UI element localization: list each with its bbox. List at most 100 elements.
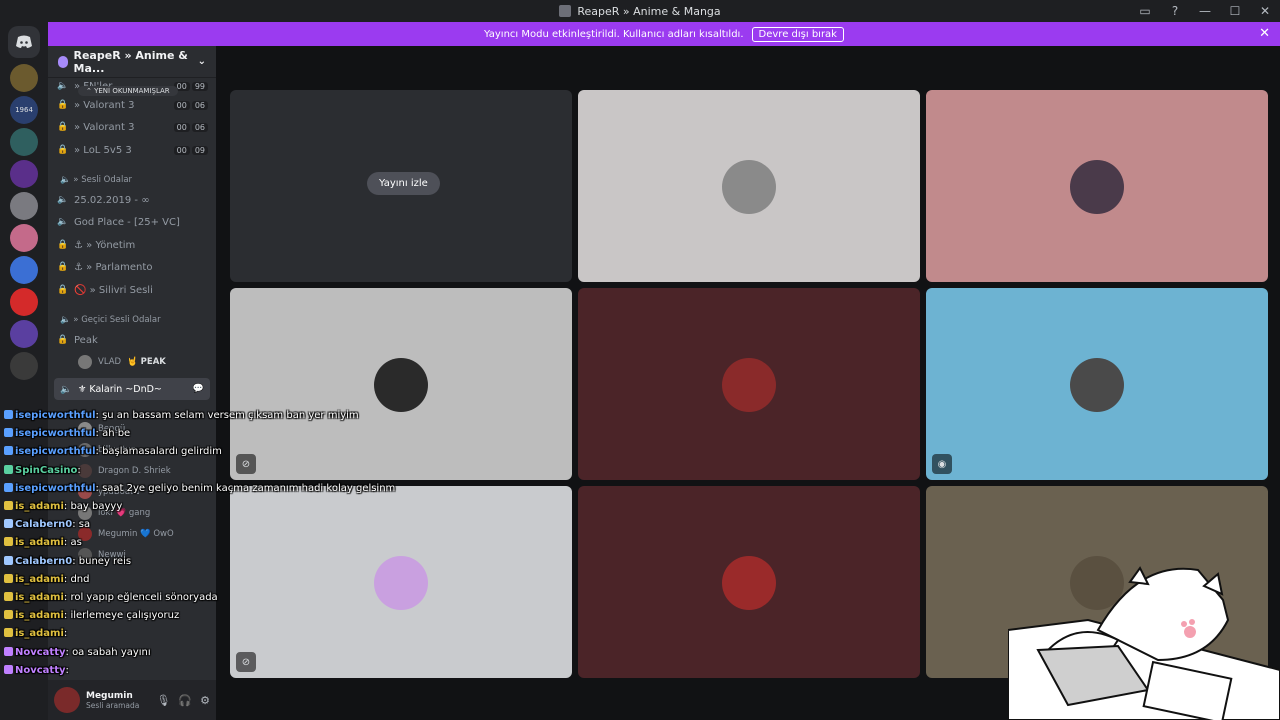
bongo-cat-overlay: [1008, 566, 1280, 720]
user-avatar[interactable]: [54, 687, 80, 713]
inbox-icon[interactable]: ▭: [1130, 4, 1160, 18]
microphone-icon[interactable]: 🎙: [156, 694, 170, 707]
server-icon-4[interactable]: [10, 192, 38, 220]
chat-username: SpinCasino: [15, 464, 78, 476]
count-a: 00: [173, 100, 190, 110]
participant-avatar: [374, 556, 428, 610]
server-icon-5[interactable]: [10, 224, 38, 252]
badge-icon: [4, 592, 13, 601]
chat-message: is_adami: ilerlemeye çalışıyoruz: [4, 610, 179, 621]
channel-voice-4[interactable]: 🔒 ⚓ » Parlamento: [56, 257, 208, 277]
banner-text: Yayıncı Modu etkinleştirildi. Kullanıcı …: [484, 28, 744, 40]
chat-username: isepicworthful: [15, 446, 96, 458]
participant-avatar: [722, 358, 776, 412]
badge-icon: [4, 428, 13, 438]
chevron-down-icon: ⌄: [197, 56, 206, 67]
lock-icon: 🔒: [57, 145, 69, 155]
streamer-mode-banner: Yayıncı Modu etkinleştirildi. Kullanıcı …: [48, 22, 1280, 46]
maximize-button[interactable]: ☐: [1220, 4, 1250, 18]
channel-voice-1[interactable]: 🔈 25.02.2019 - ∞: [56, 190, 208, 210]
chat-message: is_adami: rol yapıp eğlenceli sönoryada: [4, 592, 218, 603]
headphones-icon[interactable]: 🎧: [178, 694, 192, 707]
voice-tile[interactable]: [926, 90, 1268, 282]
badge-icon: [4, 482, 13, 492]
channel-voice-5[interactable]: 🔒 🚫 » Silivri Sesli: [56, 280, 208, 300]
channel-name: God Place - [25+ VC]: [74, 216, 180, 228]
user-name: Megumin: [86, 690, 133, 701]
server-icon-6[interactable]: [10, 256, 38, 284]
user-controls: 🎙 🎧 ⚙: [156, 694, 210, 707]
chat-text: : oa sabah yayını: [65, 646, 151, 658]
help-icon[interactable]: ?: [1160, 4, 1190, 18]
badge-icon: [4, 628, 13, 638]
server-icon-7[interactable]: [10, 288, 38, 316]
channel-voice-2[interactable]: 🔈 God Place - [25+ VC]: [56, 212, 208, 232]
channel-name: ⚓ » Parlamento: [74, 261, 153, 273]
chat-message: Calabern0: sa: [4, 519, 90, 530]
category-temp[interactable]: 🔈 » Geçici Sesli Odalar: [60, 315, 161, 325]
server-label: 1964: [15, 106, 33, 114]
chat-message: is_adami: bay bayyy: [4, 501, 122, 512]
lock-icon: 🔒: [57, 100, 69, 110]
speaking-icon: ◉: [932, 454, 952, 474]
lock-icon: 🔒: [57, 240, 69, 250]
chat-text: :: [65, 664, 69, 676]
badge-icon: [4, 464, 13, 474]
badge-icon: [4, 519, 13, 529]
minimize-button[interactable]: —: [1190, 4, 1220, 18]
voice-tile[interactable]: [578, 90, 920, 282]
voice-tile[interactable]: [578, 288, 920, 480]
server-icon-3[interactable]: [10, 160, 38, 188]
lock-icon: 🔒: [57, 335, 69, 345]
user-status: Sesli aramada: [86, 700, 140, 710]
lock-icon: 🔒: [57, 285, 69, 295]
server-icon-2[interactable]: [10, 128, 38, 156]
channel-peak[interactable]: 🔒 Peak: [56, 330, 208, 350]
voice-tile[interactable]: ◉: [926, 288, 1268, 480]
badge-icon: [4, 537, 13, 547]
settings-gear-icon[interactable]: ⚙: [200, 694, 210, 707]
chat-message: isepicworthful: ah be: [4, 428, 130, 439]
channel-valorant-a[interactable]: 🔒 » Valorant 3 00 06: [56, 95, 208, 115]
channel-name: Peak: [74, 334, 98, 346]
chat-text: : başlamasalardı gelirdim: [95, 446, 222, 458]
chat-username: is_adami: [15, 628, 64, 640]
chat-message: Calabern0: buney reis: [4, 555, 132, 567]
server-badge-icon: [58, 55, 68, 68]
lock-icon: 🔒: [57, 262, 69, 272]
badge-icon: [4, 410, 13, 419]
category-voice[interactable]: 🔈 » Sesli Odalar: [60, 175, 132, 185]
chat-text: : saat 2ye geliyo benim kaçma zamanım ha…: [95, 482, 396, 494]
badge-icon: [4, 610, 13, 620]
close-banner-icon[interactable]: ✕: [1259, 26, 1270, 41]
server-icon-1[interactable]: 1964: [10, 96, 38, 124]
close-window-button[interactable]: ✕: [1250, 4, 1280, 18]
active-voice-channel[interactable]: 🔈 ⚜ Kalarin ~DnD~ 💬: [54, 378, 210, 400]
category-label: » Sesli Odalar: [73, 175, 133, 185]
channel-lol[interactable]: 🔒 » LoL 5v5 3 00 09: [56, 140, 208, 160]
discord-home-button[interactable]: [8, 26, 40, 58]
chat-message: isepicworthful: başlamasalardı gelirdim: [4, 446, 222, 457]
count-b: 99: [191, 81, 208, 91]
voice-user-vlad[interactable]: VLAD 🤘 PEAK: [78, 353, 166, 371]
disable-streamer-mode-button[interactable]: Devre dışı bırak: [751, 26, 844, 42]
server-icon-8[interactable]: [10, 320, 38, 348]
speaker-icon: 🔈: [60, 383, 72, 395]
chat-message: isepicworthful: şu an bassam selam verse…: [4, 410, 359, 421]
server-header[interactable]: ReapeR » Anime & Ma... ⌄: [48, 46, 216, 78]
server-icon-9[interactable]: [10, 352, 38, 380]
channel-valorant-b[interactable]: 🔒 » Valorant 3 00 06: [56, 117, 208, 137]
chat-text: :: [77, 464, 81, 476]
participant-avatar: [1070, 358, 1124, 412]
user-info[interactable]: Megumin Sesli aramada: [86, 691, 139, 710]
voice-user-name: VLAD: [98, 357, 122, 367]
channel-voice-3[interactable]: 🔒 ⚓ » Yönetim: [56, 235, 208, 255]
chat-icon[interactable]: 💬: [193, 384, 204, 394]
chat-text: : buney reis: [72, 555, 132, 567]
watch-stream-button[interactable]: Yayını izle: [367, 172, 440, 195]
voice-tile[interactable]: [578, 486, 920, 678]
server-icon-0[interactable]: [10, 64, 38, 92]
voice-tile[interactable]: Yayını izle: [230, 90, 572, 282]
channel-name: » Valorant 3: [74, 99, 135, 111]
channel-name: » Valorant 3: [74, 121, 135, 133]
